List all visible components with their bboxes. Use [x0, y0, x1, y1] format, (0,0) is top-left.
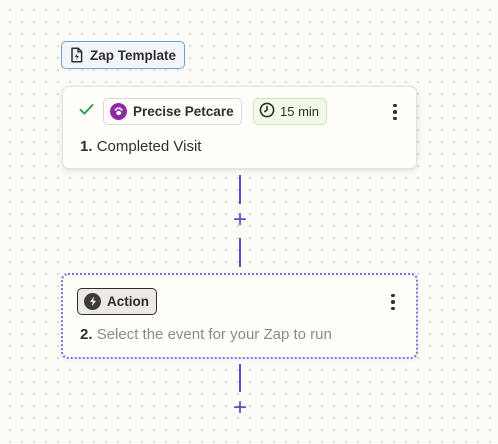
action-step-title: 2. Select the event for your Zap to run [80, 326, 332, 343]
bolt-icon [84, 293, 101, 310]
check-icon [79, 103, 94, 121]
app-name: Precise Petcare [133, 104, 234, 119]
polling-interval-label: 15 min [280, 104, 320, 119]
connector-line [239, 238, 241, 267]
trigger-more-options-icon[interactable] [386, 101, 404, 123]
action-app-selector[interactable]: Action [77, 288, 157, 315]
trigger-event-name: Completed Visit [96, 138, 202, 155]
action-more-options-icon[interactable] [384, 291, 402, 313]
trigger-step-card[interactable]: Precise Petcare 15 min 1. Completed Visi… [62, 86, 417, 169]
trigger-step-title: 1. Completed Visit [80, 138, 201, 155]
zap-template-file-icon [69, 47, 84, 63]
paw-icon [110, 103, 127, 120]
polling-interval-badge[interactable]: 15 min [253, 98, 328, 125]
zap-template-label: Zap Template [90, 47, 177, 63]
clock-icon [259, 102, 275, 121]
add-step-button[interactable]: + [230, 208, 250, 232]
connector-line [239, 364, 241, 392]
add-step-button[interactable]: + [230, 396, 250, 420]
action-event-prompt: Select the event for your Zap to run [96, 326, 332, 343]
trigger-step-number: 1. [80, 138, 93, 155]
zap-template-badge[interactable]: Zap Template [61, 41, 186, 69]
app-selector[interactable]: Precise Petcare [103, 98, 242, 125]
action-step-card[interactable]: Action 2. Select the event for your Zap … [61, 273, 418, 359]
action-step-number: 2. [80, 326, 93, 343]
connector-line [239, 175, 241, 204]
action-badge-label: Action [107, 294, 149, 309]
